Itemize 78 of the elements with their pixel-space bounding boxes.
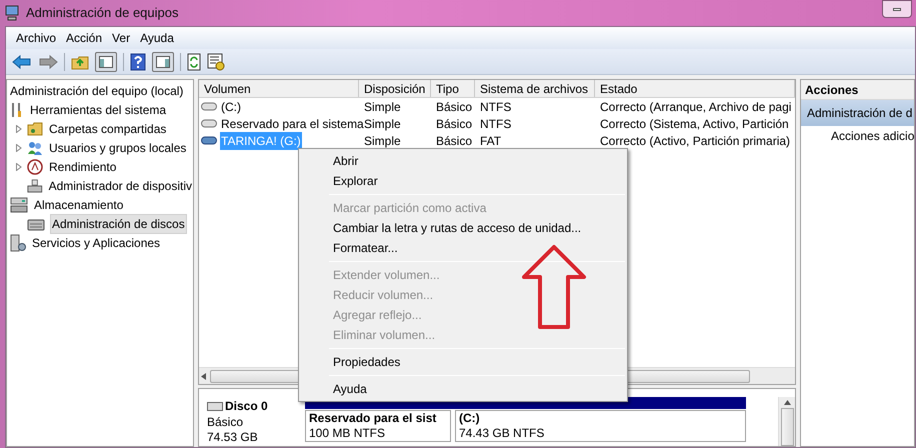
table-cell-text: Básico xyxy=(435,116,474,132)
column-header[interactable]: Disposición xyxy=(359,80,431,97)
menu-item[interactable]: Formatear... xyxy=(299,238,627,258)
minimize-button[interactable] xyxy=(882,0,912,18)
menu-item[interactable]: Ayuda xyxy=(136,29,178,47)
drive-icon xyxy=(201,119,217,128)
table-cell-text: Correcto (Arranque, Archivo de pagi xyxy=(599,98,792,116)
help-icon[interactable] xyxy=(130,52,146,70)
action-link[interactable]: Acciones adicio xyxy=(801,126,914,146)
tree-item[interactable]: Carpetas compartidas xyxy=(48,120,168,138)
tools-icon xyxy=(10,102,24,118)
expand-arrow-icon[interactable] xyxy=(16,125,22,133)
menu-item[interactable]: Archivo xyxy=(12,29,60,47)
tree-item[interactable]: Servicios y Aplicaciones xyxy=(31,234,162,252)
tree-item[interactable]: Almacenamiento xyxy=(33,196,124,214)
menu-item[interactable]: Cambiar la letra y rutas de acceso de unidad... xyxy=(299,218,627,238)
panel-title: Acciones xyxy=(801,80,914,100)
expand-arrow-icon[interactable] xyxy=(16,163,22,171)
pane-toggle-button[interactable] xyxy=(95,52,117,72)
table-cell-text: Simple xyxy=(363,98,402,116)
table-cell-text: Básico xyxy=(435,132,474,150)
drive-icon xyxy=(201,102,217,111)
menu-item[interactable]: Ver xyxy=(108,29,134,47)
table-cell-text: Correcto (Sistema, Activo, Partición xyxy=(599,116,790,132)
expand-arrow-icon[interactable] xyxy=(16,144,22,152)
table-cell-text: Simple xyxy=(363,132,402,150)
menu-item[interactable]: Ayuda xyxy=(299,379,627,399)
partition-detail: 100 MB NTFS xyxy=(309,426,386,441)
forward-arrow-icon[interactable] xyxy=(38,54,58,70)
column-header[interactable]: Tipo xyxy=(431,80,475,97)
table-cell-text: NTFS xyxy=(479,116,512,132)
pane-toggle-button[interactable] xyxy=(152,52,174,72)
tree-item[interactable]: Herramientas del sistema xyxy=(29,101,168,119)
services-icon xyxy=(10,234,26,252)
pane-layout-icon xyxy=(99,56,113,68)
menu-item[interactable]: Propiedades xyxy=(299,352,627,372)
users-icon xyxy=(27,140,43,156)
properties-icon[interactable] xyxy=(207,52,225,70)
vertical-scrollbar[interactable] xyxy=(778,397,795,446)
storage-icon xyxy=(10,197,28,213)
tree-item[interactable]: Administración del equipo (local) xyxy=(10,82,193,100)
table-cell-text: Correcto (Activo, Partición primaria) xyxy=(599,132,792,150)
partition-name: Reservado para el sist xyxy=(309,411,438,426)
column-header[interactable]: Volumen xyxy=(199,80,359,97)
tree-item[interactable]: Rendimiento xyxy=(48,158,118,176)
table-cell-text: FAT xyxy=(479,132,502,150)
table-cell-text: NTFS xyxy=(479,98,512,116)
pane-layout-icon xyxy=(156,56,170,68)
tree-item[interactable]: Administrador de dispositiv xyxy=(48,177,193,195)
scroll-left-icon[interactable] xyxy=(201,372,206,380)
refresh-icon[interactable] xyxy=(187,52,201,70)
scroll-up-icon[interactable] xyxy=(784,400,790,405)
tree-item[interactable]: Administración de discos xyxy=(50,214,187,234)
folder-up-icon[interactable] xyxy=(71,54,89,70)
menu-item[interactable]: Acción xyxy=(62,29,106,47)
window-title: Administración de equipos xyxy=(26,4,178,22)
menu-item[interactable]: Abrir xyxy=(299,151,627,171)
menu-item[interactable]: Explorar xyxy=(299,171,627,191)
drive-icon xyxy=(201,136,217,145)
partition-block[interactable]: Reservado para el sist 100 MB NTFS xyxy=(305,410,451,442)
table-cell-text: Básico xyxy=(435,98,474,116)
disk-type: Básico xyxy=(207,415,244,430)
device-icon xyxy=(27,178,43,194)
shared-folder-icon xyxy=(27,122,43,136)
partition-block[interactable]: (C:) 74.43 GB NTFS xyxy=(455,410,746,442)
partition-name: (C:) xyxy=(459,411,481,426)
actions-section-header[interactable]: Administración de d xyxy=(801,100,914,126)
disk-size: 74.53 GB xyxy=(207,430,259,445)
partition-detail: 74.43 GB NTFS xyxy=(459,426,546,441)
computer-icon xyxy=(4,5,20,21)
gauge-icon xyxy=(27,159,43,175)
disk-name: Disco 0 xyxy=(225,398,268,415)
table-cell[interactable]: Reservado para el sistema xyxy=(220,114,365,132)
table-cell[interactable]: (C:) xyxy=(220,98,242,116)
tree-item[interactable]: Usuarios y grupos locales xyxy=(48,139,188,157)
column-header[interactable]: Sistema de archivos xyxy=(475,80,595,97)
back-arrow-icon[interactable] xyxy=(12,54,32,70)
column-header[interactable]: Estado xyxy=(595,80,795,97)
